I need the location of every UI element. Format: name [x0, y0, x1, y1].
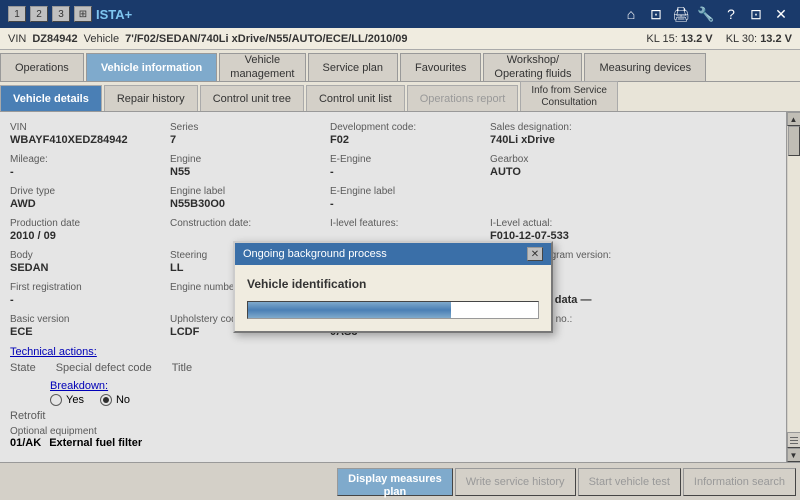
- modal-overlay: Ongoing background process ✕ Vehicle ide…: [0, 112, 786, 462]
- sub-tab-control-unit-tree[interactable]: Control unit tree: [200, 85, 304, 111]
- home-icon-btn[interactable]: ⌂: [620, 3, 642, 25]
- sub-tab-vehicle-details[interactable]: Vehicle details: [0, 85, 102, 111]
- kl30-value: 13.2 V: [760, 33, 792, 45]
- title-bar: 1 2 3 ⊞ ISTA+ ⌂ ⊡ 🖨 🔧 ? ⊡ ✕: [0, 0, 800, 28]
- close-icon-btn[interactable]: ✕: [770, 3, 792, 25]
- progress-bar-fill: [248, 302, 451, 318]
- scroll-thumb[interactable]: [788, 126, 800, 156]
- print-icon-btn[interactable]: 🖨: [670, 3, 692, 25]
- vin-label: VIN: [8, 33, 26, 45]
- main-content: VIN WBAYF410XEDZ84942 Series 7 Developme…: [0, 112, 786, 462]
- progress-bar-container: [247, 301, 539, 319]
- settings-icon-btn[interactable]: 🔧: [695, 3, 717, 25]
- information-search-btn[interactable]: Information search: [683, 468, 796, 496]
- sub-tab-control-unit-list[interactable]: Control unit list: [306, 85, 405, 111]
- write-service-btn[interactable]: Write service history: [455, 468, 576, 496]
- minimize-icon-btn[interactable]: ⊡: [745, 3, 767, 25]
- scroll-lines: [787, 432, 800, 448]
- title-btn-grid[interactable]: ⊞: [74, 6, 92, 22]
- help-icon-btn[interactable]: ?: [720, 3, 742, 25]
- title-btn-2[interactable]: 2: [30, 6, 48, 22]
- sub-nav: Vehicle details Repair history Control u…: [0, 82, 800, 112]
- kl15-label: KL 15:: [646, 33, 677, 45]
- display-measures-btn[interactable]: Display measuresplan: [337, 468, 453, 496]
- title-bar-left: 1 2 3 ⊞ ISTA+: [8, 6, 140, 22]
- vehicle-value: 7'/F02/SEDAN/740Li xDrive/N55/AUTO/ECE/L…: [125, 33, 407, 45]
- scrollbar-right: ▲ ▼: [786, 112, 800, 462]
- kl15-value: 13.2 V: [681, 33, 713, 45]
- main-nav: Operations Vehicle information Vehiclema…: [0, 50, 800, 82]
- content-area: VIN WBAYF410XEDZ84942 Series 7 Developme…: [0, 112, 800, 462]
- modal-title: Ongoing background process: [243, 248, 387, 260]
- scroll-down-btn[interactable]: ▼: [787, 448, 800, 462]
- title-btn-1[interactable]: 1: [8, 6, 26, 22]
- modal-body-title: Vehicle identification: [247, 277, 539, 291]
- tab-vehicle-information[interactable]: Vehicle information: [86, 53, 217, 81]
- bottom-toolbar: Display measuresplan Write service histo…: [0, 462, 800, 500]
- kl30-label: KL 30:: [726, 33, 757, 45]
- tab-service-plan[interactable]: Service plan: [308, 53, 399, 81]
- kl-info: KL 15: 13.2 V KL 30: 13.2 V: [646, 33, 792, 45]
- start-vehicle-btn[interactable]: Start vehicle test: [578, 468, 681, 496]
- modal-body: Vehicle identification: [235, 265, 551, 331]
- vehicle-bar: VIN DZ84942 Vehicle 7'/F02/SEDAN/740Li x…: [0, 28, 800, 50]
- tab-operations[interactable]: Operations: [0, 53, 84, 81]
- screen-icon-btn[interactable]: ⊡: [645, 3, 667, 25]
- sub-tab-operations-report: Operations report: [407, 85, 519, 111]
- scroll-up-btn[interactable]: ▲: [787, 112, 800, 126]
- tab-measuring-devices[interactable]: Measuring devices: [584, 53, 706, 81]
- app-title: ISTA+: [96, 7, 132, 22]
- tab-workshop[interactable]: Workshop/Operating fluids: [483, 53, 582, 81]
- sub-tab-info-service[interactable]: Info from ServiceConsultation: [520, 81, 618, 111]
- sub-tab-repair-history[interactable]: Repair history: [104, 85, 198, 111]
- title-btn-3[interactable]: 3: [52, 6, 70, 22]
- vehicle-label: Vehicle: [84, 33, 119, 45]
- modal-close-button[interactable]: ✕: [527, 247, 543, 261]
- title-bar-icons: ⌂ ⊡ 🖨 🔧 ? ⊡ ✕: [620, 3, 792, 25]
- tab-vehicle-management[interactable]: Vehiclemanagement: [219, 53, 305, 81]
- vin-value: DZ84942: [32, 33, 77, 45]
- tab-favourites[interactable]: Favourites: [400, 53, 481, 81]
- modal-dialog: Ongoing background process ✕ Vehicle ide…: [233, 241, 553, 333]
- modal-header: Ongoing background process ✕: [235, 243, 551, 265]
- scroll-track[interactable]: [788, 126, 800, 432]
